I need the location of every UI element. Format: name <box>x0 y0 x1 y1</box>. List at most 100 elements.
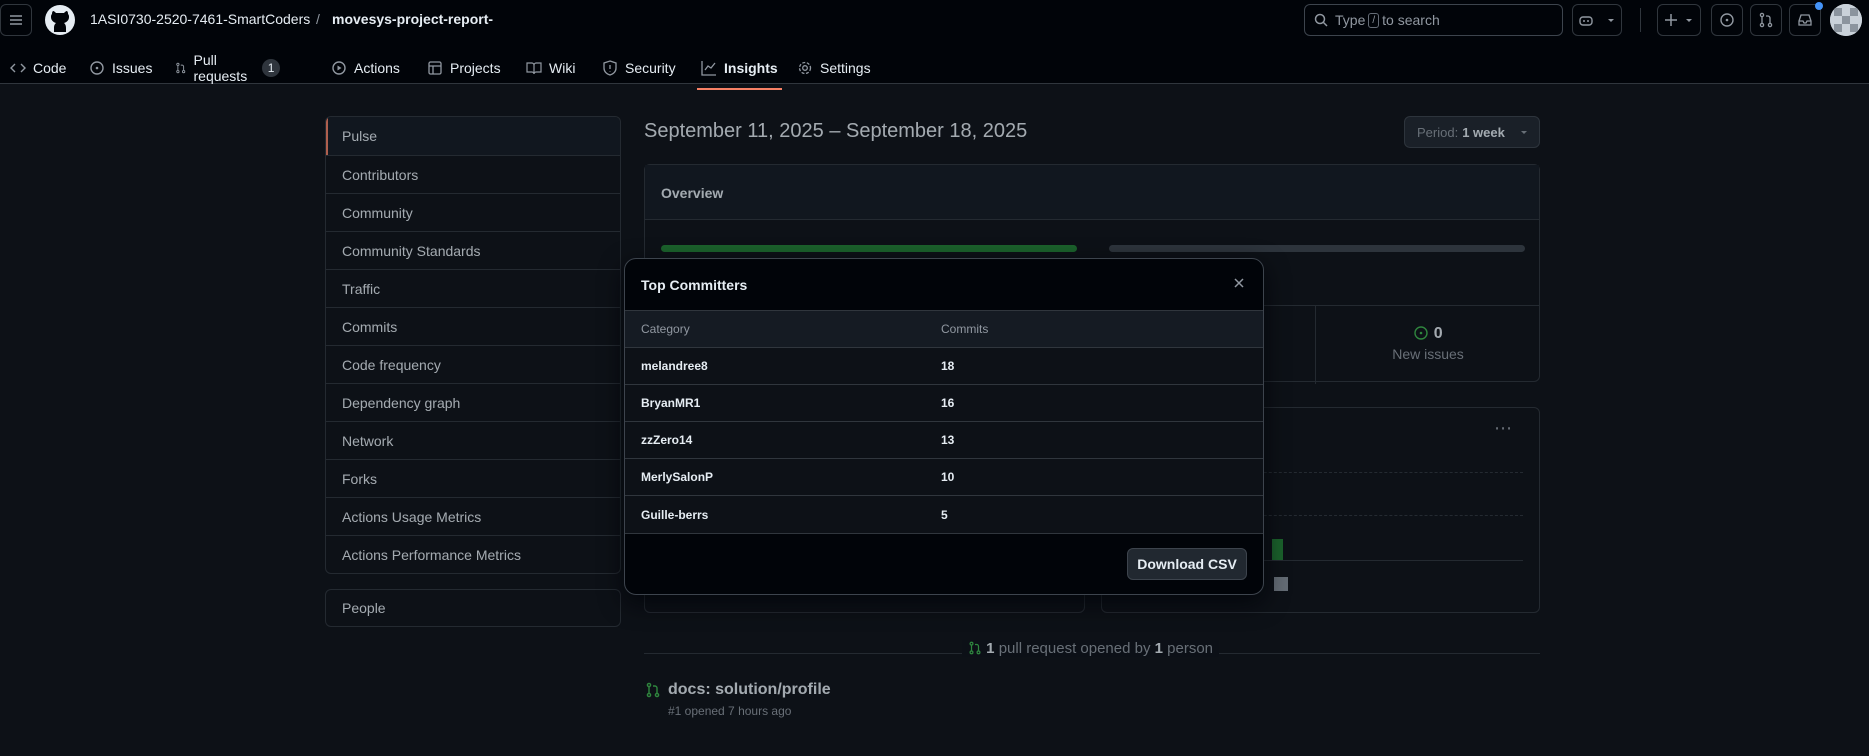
overview-title: Overview <box>645 165 1539 220</box>
search-placeholder-suffix: to search <box>1382 12 1440 28</box>
committer-commits: 10 <box>941 470 955 484</box>
committer-commits: 13 <box>941 433 955 447</box>
divider <box>1640 8 1641 32</box>
sidebar-item-people[interactable]: People <box>325 589 621 627</box>
pr-title-link[interactable]: docs: solution/profile <box>668 681 831 699</box>
chevron-down-icon <box>1686 19 1692 22</box>
column-header-category: Category <box>641 322 690 336</box>
pull-requests-counter: 1 <box>261 59 281 77</box>
pr-summary-end: person <box>1167 640 1214 657</box>
committer-name: zzZero14 <box>641 433 693 447</box>
notification-dot <box>1815 2 1823 10</box>
sidebar-item-community-standards[interactable]: Community Standards <box>326 231 620 269</box>
tab-wiki[interactable]: Wiki <box>526 52 575 84</box>
period-label: Period: <box>1417 124 1459 140</box>
tab-wiki-label: Wiki <box>549 60 576 76</box>
issue-icon <box>90 61 104 75</box>
sidebar-item-traffic[interactable]: Traffic <box>326 269 620 307</box>
download-csv-button[interactable]: Download CSV <box>1127 548 1247 580</box>
github-logo-icon[interactable] <box>44 4 76 36</box>
pull-request-icon <box>1759 12 1773 28</box>
chart-bar <box>1272 539 1283 560</box>
sidebar-item-network[interactable]: Network <box>326 421 620 459</box>
inbox-icon <box>1798 14 1812 26</box>
hamburger-icon <box>10 15 22 25</box>
pull-requests-button[interactable] <box>1750 4 1782 36</box>
pr-meta: #1 opened 7 hours ago <box>668 704 792 718</box>
tab-insights-label: Insights <box>724 60 778 76</box>
tab-actions-label: Actions <box>354 60 400 76</box>
repo-owner-link[interactable]: 1ASI0730-2520-7461-SmartCoders <box>90 11 310 27</box>
dialog-title: Top Committers <box>641 277 748 293</box>
insights-sidebar: Pulse Contributors Community Community S… <box>325 116 621 574</box>
sidebar-item-contributors[interactable]: Contributors <box>326 155 620 193</box>
sidebar-item-forks[interactable]: Forks <box>326 459 620 497</box>
menu-button[interactable] <box>0 4 32 36</box>
issues-bar <box>1109 245 1525 252</box>
sidebar-item-dependency-graph[interactable]: Dependency graph <box>326 383 620 421</box>
sidebar-item-pulse[interactable]: Pulse <box>326 117 620 155</box>
create-new-button[interactable] <box>1657 4 1701 36</box>
committer-name: melandree8 <box>641 359 708 373</box>
plus-icon <box>1665 14 1677 26</box>
table-row: Guille-berrs 5 <box>625 496 1263 533</box>
shield-icon <box>603 60 617 76</box>
copilot-button[interactable] <box>1572 4 1622 36</box>
table-row: zzZero14 13 <box>625 422 1263 459</box>
new-issues-label: New issues <box>1392 346 1464 362</box>
tab-actions[interactable]: Actions <box>331 52 400 84</box>
tab-pull-requests[interactable]: Pull requests 1 <box>175 52 281 84</box>
search-input[interactable]: Type / to search <box>1304 4 1563 36</box>
pr-count: 1 <box>986 640 995 657</box>
new-issues-stat[interactable]: 0 New issues <box>1315 306 1540 384</box>
avatar[interactable] <box>1830 4 1862 36</box>
committer-name: MerlySalonP <box>641 470 714 484</box>
committer-commits: 16 <box>941 396 955 410</box>
tab-settings-label: Settings <box>820 60 871 76</box>
tab-insights[interactable]: Insights <box>701 52 778 84</box>
pull-request-icon <box>176 62 186 74</box>
tab-issues[interactable]: Issues <box>89 52 152 84</box>
issue-icon <box>1720 13 1734 27</box>
search-placeholder-prefix: Type <box>1335 12 1366 28</box>
sidebar-item-actions-performance-metrics[interactable]: Actions Performance Metrics <box>326 535 620 573</box>
tab-projects[interactable]: Projects <box>427 52 501 84</box>
repo-name-link[interactable]: movesys-project-report- <box>332 11 493 27</box>
tab-security[interactable]: Security <box>602 52 676 84</box>
tab-code[interactable]: Code <box>10 52 66 84</box>
sidebar-item-commits[interactable]: Commits <box>326 307 620 345</box>
tab-security-label: Security <box>625 60 676 76</box>
issue-opened-icon <box>1414 326 1429 340</box>
tab-code-label: Code <box>33 60 67 76</box>
sidebar-item-actions-usage-metrics[interactable]: Actions Usage Metrics <box>326 497 620 535</box>
search-icon <box>1314 13 1328 27</box>
issues-button[interactable] <box>1711 4 1743 36</box>
kebab-menu-icon[interactable]: ⋯ <box>1494 418 1513 439</box>
pr-summary-text: pull request opened by <box>998 640 1151 657</box>
period-select[interactable]: Period: 1 week <box>1404 116 1540 148</box>
sidebar-item-community[interactable]: Community <box>326 193 620 231</box>
chart-legend-swatch <box>1274 577 1288 591</box>
new-issues-count: 0 <box>1433 325 1443 342</box>
inbox-button[interactable] <box>1789 2 1823 36</box>
copilot-icon <box>1579 16 1593 26</box>
column-header-commits: Commits <box>941 322 989 336</box>
sidebar-item-code-frequency[interactable]: Code frequency <box>326 345 620 383</box>
pull-request-icon <box>646 682 660 698</box>
committers-table: Category Commits melandree8 18 BryanMR1 … <box>625 310 1263 534</box>
tab-settings[interactable]: Settings <box>797 52 871 84</box>
table-header: Category Commits <box>625 311 1263 348</box>
committer-name: BryanMR1 <box>641 396 701 410</box>
period-value: 1 week <box>1462 124 1505 140</box>
tab-issues-label: Issues <box>112 60 153 76</box>
tab-pull-requests-label: Pull requests <box>193 52 248 84</box>
close-icon[interactable] <box>1231 275 1247 291</box>
top-committers-dialog: Top Committers Category Commits melandre… <box>624 258 1264 595</box>
table-icon <box>428 61 442 75</box>
pull-request-icon <box>969 641 981 655</box>
committer-commits: 18 <box>941 359 955 373</box>
committer-commits: 5 <box>941 507 948 522</box>
active-tab-indicator <box>697 88 782 90</box>
repo-header: 1ASI0730-2520-7461-SmartCoders / movesys… <box>0 0 1869 84</box>
pr-people-count: 1 <box>1154 640 1163 657</box>
